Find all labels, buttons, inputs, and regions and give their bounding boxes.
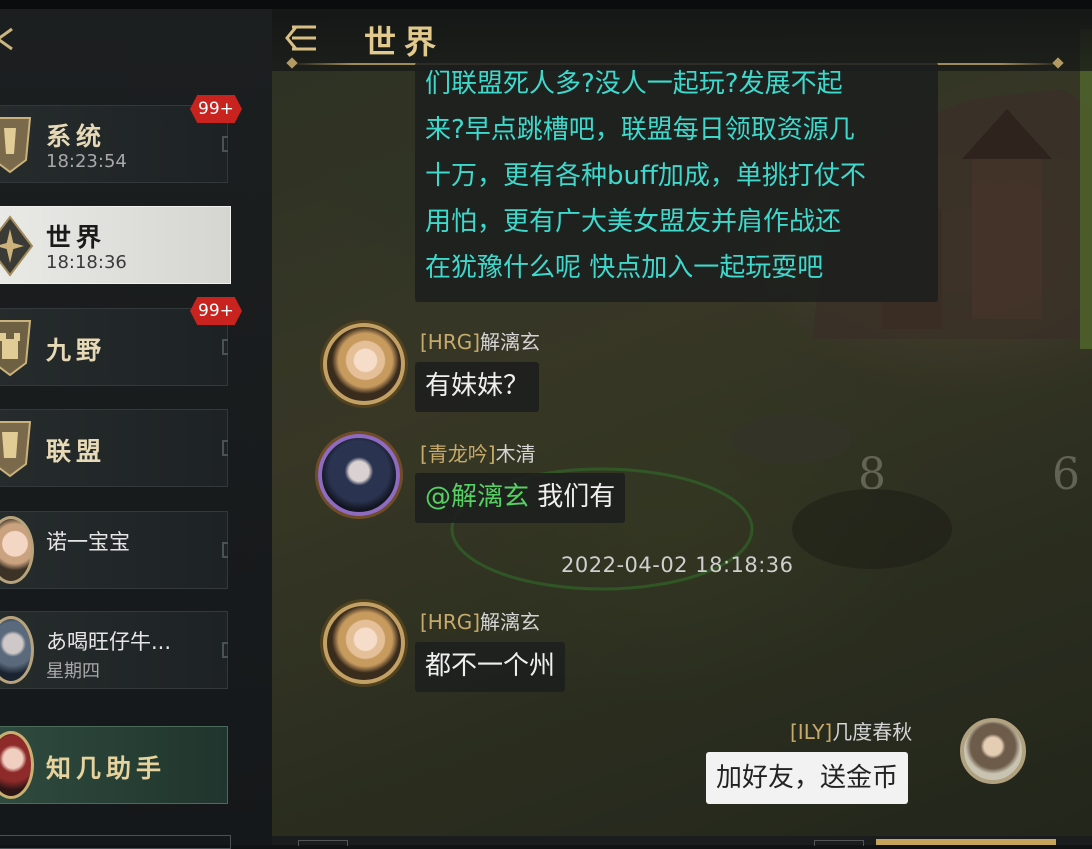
system-message-bubble: 们联盟死人多?没人一起玩?发展不起 来?早点跳槽吧，联盟每日领取资源几 十万，更… xyxy=(415,62,938,302)
system-line-3: 十万，更有各种buff加成，单挑打仗不 xyxy=(425,161,866,191)
player-name: 几度春秋 xyxy=(832,720,913,744)
channel-time: 星期四 xyxy=(46,661,100,682)
tab-notch xyxy=(222,440,228,456)
tab-notch xyxy=(222,339,228,355)
message-bubble-self[interactable]: 加好友，送金币 xyxy=(706,752,909,804)
channel-label: 联盟 xyxy=(46,437,107,466)
player-name: 解漓玄 xyxy=(480,330,541,354)
avatar-hrg-1[interactable] xyxy=(323,323,405,405)
system-line-1: 们联盟死人多?没人一起玩?发展不起 xyxy=(425,69,843,99)
unread-badge: 99+ xyxy=(190,95,242,123)
avatar-qinglongyin[interactable] xyxy=(318,434,400,516)
alliance-emblem-icon xyxy=(0,421,32,478)
message-timestamp: 2022-04-02 18:18:36 xyxy=(561,553,794,577)
unread-badge: 99+ xyxy=(190,297,242,325)
player-name: 解漓玄 xyxy=(480,610,541,634)
channel-alliance[interactable]: 联盟 xyxy=(0,409,228,487)
message-bubble[interactable]: 都不一个州 xyxy=(415,642,566,692)
assistant-avatar xyxy=(0,731,34,799)
castle-emblem-icon xyxy=(0,320,32,377)
avatar-self[interactable] xyxy=(960,718,1026,784)
message-text: 我们有 xyxy=(529,482,616,512)
avatar-hrg-2[interactable] xyxy=(323,602,405,684)
channel-system[interactable]: 系统 18:23:54 xyxy=(0,105,228,183)
channel-jiuye[interactable]: 九野 xyxy=(0,308,228,386)
emoji-button[interactable] xyxy=(298,840,348,846)
channel-label: 世界 xyxy=(46,223,107,252)
channel-assistant[interactable]: 知几助手 xyxy=(0,726,228,804)
input-bar xyxy=(272,836,1092,846)
channel-label: 系统 xyxy=(46,122,107,151)
alliance-tag: [青龙吟] xyxy=(420,442,496,466)
player-name: 木清 xyxy=(495,442,536,466)
top-strip xyxy=(0,0,1092,9)
channel-title: 世界 xyxy=(364,23,445,61)
channel-world[interactable]: 世界 18:18:36 xyxy=(0,206,231,284)
contact-avatar xyxy=(0,516,34,584)
channel-label: あ喝旺仔牛... xyxy=(46,630,172,654)
channel-private-nuoyi[interactable]: 诺一宝宝 xyxy=(0,511,228,589)
contact-avatar xyxy=(0,616,34,684)
alliance-tag: [HRG] xyxy=(420,330,481,354)
sender-name[interactable]: [青龙吟]木清 xyxy=(420,438,536,467)
sender-name[interactable]: [HRG]解漓玄 xyxy=(420,606,540,635)
channel-time: 18:18:36 xyxy=(46,252,127,273)
collapse-arrow-icon[interactable] xyxy=(0,23,16,55)
mention-link[interactable]: @解漓玄 xyxy=(425,482,529,512)
sidebar-bottom-frame xyxy=(0,835,231,849)
tab-notch xyxy=(222,136,228,152)
channel-private-wangzai[interactable]: あ喝旺仔牛... 星期四 xyxy=(0,611,228,689)
alliance-tag: [HRG] xyxy=(420,610,481,634)
system-emblem-icon xyxy=(0,117,32,174)
message-bubble[interactable]: 有妹妹？ xyxy=(415,362,540,412)
divider-ornament-left xyxy=(286,57,298,69)
sender-name[interactable]: [HRG]解漓玄 xyxy=(420,326,540,355)
tab-notch xyxy=(222,542,228,558)
channel-label: 知几助手 xyxy=(46,754,167,783)
sender-name-self[interactable]: [ILY]几度春秋 xyxy=(790,716,912,745)
alliance-tag: [ILY] xyxy=(790,720,833,744)
system-line-5: 在犹豫什么呢 快点加入一起玩耍吧 xyxy=(425,253,824,283)
back-arrow-icon[interactable] xyxy=(284,23,318,53)
channel-label: 九野 xyxy=(46,336,107,365)
send-button[interactable] xyxy=(876,839,1056,845)
tab-notch xyxy=(222,642,228,658)
system-line-4: 用怕，更有广大美女盟友并肩作战还 xyxy=(425,207,842,237)
channel-sidebar: 系统 18:23:54 99+ 世界 18:18:36 九野 99+ 联盟 诺一… xyxy=(0,9,272,849)
message-bubble[interactable]: @解漓玄 我们有 xyxy=(415,473,626,523)
divider-ornament-right xyxy=(1052,57,1064,69)
channel-time: 18:23:54 xyxy=(46,151,127,172)
system-line-2: 来?早点跳槽吧，联盟每日领取资源几 xyxy=(425,115,855,145)
voice-button[interactable] xyxy=(814,840,864,846)
compass-emblem-icon xyxy=(0,215,34,277)
channel-label: 诺一宝宝 xyxy=(46,530,130,554)
